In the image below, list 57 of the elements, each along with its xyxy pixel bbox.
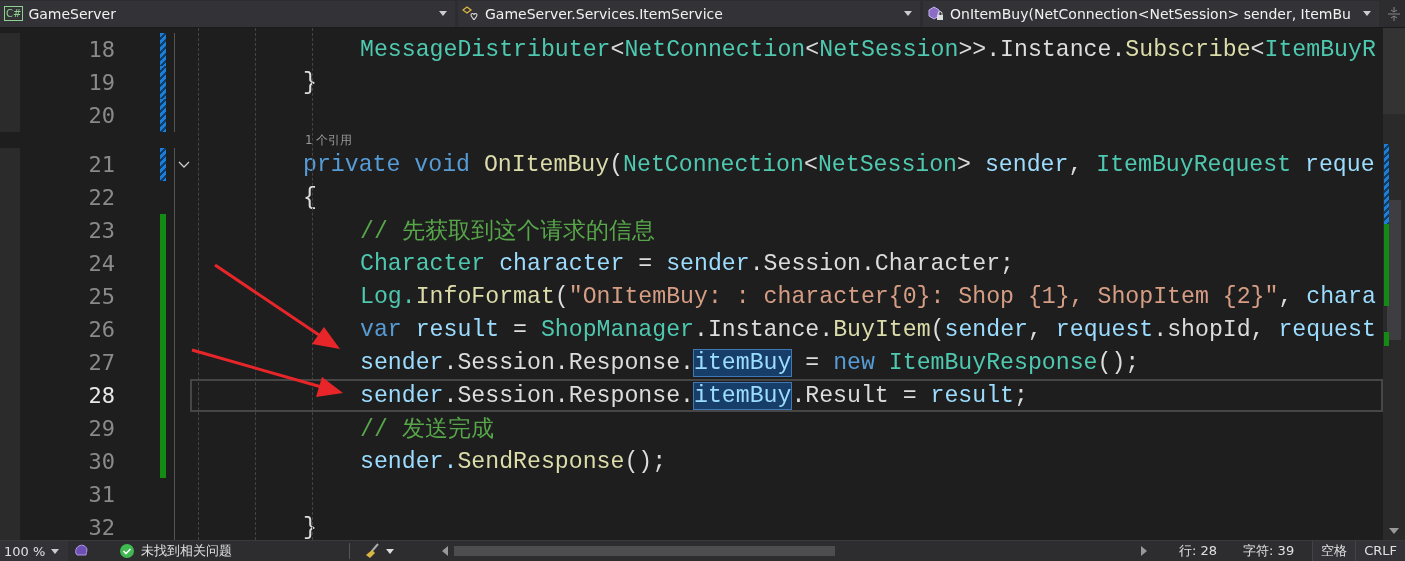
line-number: 29 xyxy=(0,412,115,445)
line-number: 18 xyxy=(0,33,115,66)
line-number: 28 xyxy=(0,379,115,412)
code-line: } xyxy=(303,69,317,96)
code-line: var result = ShopManager.Instance.BuyItem(sender, request.shopId, request xyxy=(360,316,1376,343)
line-number: 23 xyxy=(0,214,115,247)
line-number: 19 xyxy=(0,66,115,99)
code-line: } xyxy=(303,514,317,540)
horizontal-scrollbar[interactable] xyxy=(441,546,1148,556)
scroll-right-arrow-icon[interactable] xyxy=(1141,546,1148,556)
caret-icon xyxy=(904,11,912,16)
line-number: 25 xyxy=(0,280,115,313)
code-line: sender.Session.Response.itemBuy.Result = result; xyxy=(360,382,1028,409)
split-handle-icon[interactable] xyxy=(1388,6,1400,21)
method-lock-icon xyxy=(927,5,945,22)
scroll-left-arrow-icon[interactable] xyxy=(441,546,448,556)
code-line: Character character = sender.Session.Character; xyxy=(360,250,1015,277)
line-number: 30 xyxy=(0,445,115,478)
member-dropdown[interactable]: OnItemBuy(NetConnection<NetSession> sender, ItemBu xyxy=(923,0,1379,27)
caret-icon xyxy=(51,548,60,554)
csharp-project-icon: C# xyxy=(4,6,24,21)
line-number: 24 xyxy=(0,247,115,280)
code-line: // 先获取到这个请求的信息 xyxy=(360,217,655,246)
line-number: 22 xyxy=(0,181,115,214)
caret-icon xyxy=(1363,11,1371,16)
scroll-thumb[interactable] xyxy=(453,546,836,556)
code-line: Log.InfoFormat("OnItemBuy: : character{0}: Shop {1}, ShopItem {2}", chara xyxy=(360,283,1376,310)
check-icon xyxy=(119,544,134,558)
code-line: // 发送完成 xyxy=(360,415,494,444)
line-number: 21 xyxy=(0,148,115,181)
issues-status[interactable]: 未找到相关问题 xyxy=(119,542,319,560)
class-dropdown[interactable]: GameServer.Services.ItemService xyxy=(458,0,920,27)
code-line: sender.SendResponse(); xyxy=(360,448,667,475)
zoom-dropdown[interactable]: 100 % xyxy=(0,541,68,561)
line-indicator[interactable]: 行: 28 xyxy=(1179,542,1218,560)
caret-icon xyxy=(385,548,394,554)
indentation-button[interactable]: 空格 xyxy=(1312,541,1356,561)
line-number: 31 xyxy=(0,478,115,511)
code-line: MessageDistributer<NetConnection<NetSession>>.Instance.Subscribe<ItemBuyR xyxy=(360,36,1376,63)
reference-count-link[interactable]: 1 个引用 xyxy=(305,131,353,149)
class-icon xyxy=(462,5,480,22)
column-indicator[interactable]: 字符: 39 xyxy=(1243,542,1295,560)
line-number: 32 xyxy=(0,511,115,540)
code-line: private void OnItemBuy(NetConnection<NetSession> sender, ItemBuyRequest reque xyxy=(303,151,1375,178)
line-number: 20 xyxy=(0,99,115,132)
line-number: 27 xyxy=(0,346,115,379)
caret-icon xyxy=(439,11,447,16)
project-dropdown[interactable]: C# GameServer xyxy=(0,0,455,27)
code-line: { xyxy=(303,184,317,211)
issues-text: 未找到相关问题 xyxy=(140,542,232,560)
vertical-scrollbar[interactable] xyxy=(1383,28,1405,540)
change-marker xyxy=(1384,332,1389,346)
line-ending-button[interactable]: CRLF xyxy=(1355,541,1405,561)
code-line: sender.Session.Response.itemBuy = new ItemBuyResponse(); xyxy=(360,349,1140,376)
collapse-chevron-icon[interactable] xyxy=(177,160,190,169)
line-number: 26 xyxy=(0,313,115,346)
scroll-down-arrow-icon[interactable] xyxy=(1389,528,1399,534)
